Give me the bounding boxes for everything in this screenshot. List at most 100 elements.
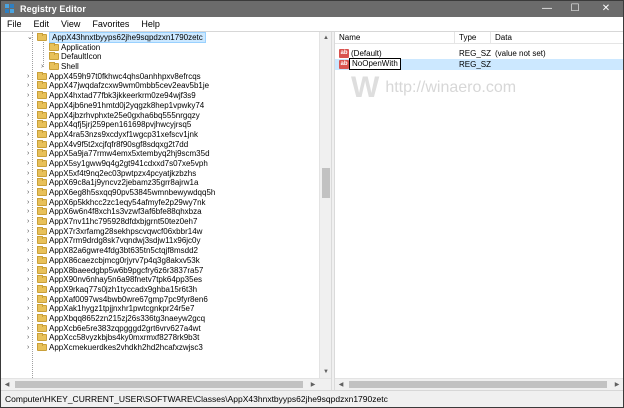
tree-item-key[interactable]: › AppX6w6n4f8xch1s3vzwf3af6bfe88qhxbza	[1, 207, 319, 217]
tree-item-key[interactable]: › AppX4v9f5t2xcjfqfr8f90sgf8sdqxg2t7dd	[1, 139, 319, 150]
expand-chevron-icon[interactable]: ›	[27, 130, 29, 140]
tree-item-label: AppX9rkaq77s0jzh1tyccadx9ghba15r6t3h	[49, 284, 198, 294]
tree-item-key[interactable]: › AppX4jbzrhvphxte25e0gxha6bq555nrgqzy	[1, 110, 319, 121]
menu-file[interactable]: File	[1, 17, 28, 31]
tree-item-key[interactable]: › AppX86caezcbjmcg0rjyrv7p4q3g8akxv53k	[1, 255, 319, 266]
folder-icon	[37, 81, 47, 90]
tree-item-key[interactable]: › AppX8baeedgbp5w6b9pgcfry6z6r3837ra57	[1, 265, 319, 276]
expand-chevron-icon[interactable]: ›	[27, 227, 29, 237]
expand-chevron-icon[interactable]: ›	[27, 101, 29, 111]
scroll-thumb[interactable]	[322, 168, 330, 198]
tree-item-key[interactable]: › AppX5sy1gww9q4g2gt941cdxxd7s07xe5vph	[1, 158, 319, 169]
scroll-left-arrow-icon[interactable]: ◀	[1, 379, 13, 390]
tree-item-application[interactable]: Application	[1, 42, 319, 53]
maximize-button[interactable]: ☐	[561, 1, 589, 17]
tree-item-key[interactable]: › AppX7rm9drdg8sk7vqndwj3sdjw11x96jc0y	[1, 236, 319, 246]
tree-item-key[interactable]: › AppX69c8a1j9yncvz2jebamz35grr8ajrw1a	[1, 178, 319, 188]
values-horizontal-scrollbar[interactable]: ◀ ▶	[335, 378, 623, 390]
tree-item-key[interactable]: › AppX4hxtad77fbk3jkkeerkrm0ze94wjf3s9	[1, 91, 319, 101]
expand-chevron-icon[interactable]: ›	[27, 149, 29, 159]
scroll-left-arrow-icon[interactable]: ◀	[335, 379, 347, 390]
menu-view[interactable]: View	[55, 17, 86, 31]
column-header-name[interactable]: Name	[335, 32, 455, 44]
tree-item-key[interactable]: › AppXcmekuerdkes2vhdkh2hd2hcafxzwjsc3	[1, 343, 319, 353]
scroll-right-arrow-icon[interactable]: ▶	[307, 379, 319, 390]
key-tree-pane[interactable]: ⌄ AppX43hnxtbyyps62jhe9sqpdzxn1790zetc A…	[1, 32, 331, 390]
tree-item-key[interactable]: › AppX4jb6ne91hmtd0j2yqgzk8hep1vpwky74	[1, 100, 319, 111]
expand-chevron-icon[interactable]: ›	[27, 188, 29, 198]
tree-item-shell[interactable]: › Shell	[1, 62, 319, 72]
tree-item-key[interactable]: › AppX7r3xrfamg28sekhpscvqwcf06xbbr14w	[1, 226, 319, 237]
expand-chevron-icon[interactable]: ›	[27, 81, 29, 91]
tree-item-key[interactable]: › AppX4qfj5jrj259pen161698pvjhwcyjrsq5	[1, 120, 319, 130]
expand-chevron-icon[interactable]: ›	[27, 140, 29, 150]
expand-chevron-icon[interactable]: ›	[27, 178, 29, 188]
scroll-down-arrow-icon[interactable]: ▼	[320, 366, 331, 378]
tree-item-defaulticon[interactable]: DefaultIcon	[1, 52, 319, 62]
tree-item-key[interactable]: › AppX459h97t0fkhwc4qhs0anhhpxv8efrcqs	[1, 71, 319, 82]
tree-item-key[interactable]: › AppX47jwqdafzcxw9wm0mbb5cev2eav5b1je	[1, 81, 319, 91]
tree-item-key[interactable]: › AppXcc58vyzkbjbs4ky0mxrmxf8278rk9b3t	[1, 333, 319, 343]
expand-chevron-icon[interactable]: ›	[27, 120, 29, 130]
expand-chevron-icon[interactable]: ›	[27, 169, 29, 179]
tree-vertical-scrollbar[interactable]: ▲ ▼	[319, 32, 331, 378]
tree-item-key[interactable]: › AppXak1hygz1tpjjnxhr1pwtcgnkpr24r5e7	[1, 304, 319, 314]
menu-edit[interactable]: Edit	[28, 17, 56, 31]
tree-item-key[interactable]: › AppX4ra53nzs9xcdyxf1wgcp31xefscv1jnk	[1, 129, 319, 140]
scroll-thumb[interactable]	[349, 381, 607, 388]
menu-favorites[interactable]: Favorites	[86, 17, 135, 31]
collapse-chevron-icon[interactable]: ⌄	[27, 33, 33, 43]
expand-chevron-icon[interactable]: ›	[27, 91, 29, 101]
expand-chevron-icon[interactable]: ›	[27, 314, 29, 324]
expand-chevron-icon[interactable]: ›	[27, 304, 29, 314]
column-header-type[interactable]: Type	[455, 32, 491, 44]
expand-chevron-icon[interactable]: ›	[27, 159, 29, 169]
values-pane[interactable]: Name Type Data ab (Default) REG_SZ (valu…	[335, 32, 623, 390]
expand-chevron-icon[interactable]: ›	[41, 62, 43, 72]
folder-icon	[37, 255, 47, 264]
tree-item-key[interactable]: › AppX90nv6nhay5n6a98fnetv7tpk64pp35es	[1, 275, 319, 285]
scroll-thumb[interactable]	[15, 381, 303, 388]
expand-chevron-icon[interactable]: ›	[27, 295, 29, 305]
tree-item-key[interactable]: › AppX6eg8h5sxqq90pv53845wmnbewywdqq5h	[1, 188, 319, 198]
tree-item-key[interactable]: › AppXaf0097ws4bwb0wre67gmp7pc9fyr8en6	[1, 294, 319, 305]
tree-item-key[interactable]: › AppXcb6e5re383zqpgggd2grt6vrv627a4wt	[1, 323, 319, 334]
expand-chevron-icon[interactable]: ›	[27, 72, 29, 82]
tree-item-key[interactable]: › AppX5a9ja77rmw4emx5xtembyq2hj9scm35d	[1, 149, 319, 159]
scroll-up-arrow-icon[interactable]: ▲	[320, 32, 331, 44]
scroll-right-arrow-icon[interactable]: ▶	[611, 379, 623, 390]
tree-item-label: Application	[61, 42, 101, 52]
expand-chevron-icon[interactable]: ›	[27, 111, 29, 121]
tree-item-key[interactable]: › AppX82a6gwre4fdg3bt635tn5ctqjf8msdd2	[1, 246, 319, 256]
expand-chevron-icon[interactable]: ›	[27, 236, 29, 246]
menu-help[interactable]: Help	[135, 17, 166, 31]
tree-item-key[interactable]: › AppX9rkaq77s0jzh1tyccadx9ghba15r6t3h	[1, 284, 319, 295]
expand-chevron-icon[interactable]: ›	[27, 343, 29, 353]
tree-item-label: AppX4jb6ne91hmtd0j2yqgzk8hep1vpwky74	[49, 100, 205, 110]
title-bar[interactable]: Registry Editor — ☐ ✕	[1, 1, 623, 17]
minimize-button[interactable]: —	[533, 1, 561, 17]
tree-item-label: AppXcmekuerdkes2vhdkh2hd2hcafxzwjsc3	[49, 343, 203, 352]
tree-item-key[interactable]: › AppX5xf4t9nq2ec03pwtpzx4pcyatjkzbzhs	[1, 168, 319, 179]
expand-chevron-icon[interactable]: ›	[27, 246, 29, 256]
expand-chevron-icon[interactable]: ›	[27, 285, 29, 295]
tree-item-key[interactable]: › AppXbqq8652zn215zj26s336tg3naeyw2gcq	[1, 313, 319, 324]
tree-item-selected-key[interactable]: ⌄ AppX43hnxtbyyps62jhe9sqpdzxn1790zetc	[1, 32, 319, 43]
expand-chevron-icon[interactable]: ›	[27, 266, 29, 276]
tree-item-key[interactable]: › AppX6p5kkhcc2zc1eqy54afmyfe2p29wy7nk	[1, 197, 319, 208]
folder-icon	[37, 294, 47, 303]
tree-item-key[interactable]: › AppX7nv11hc795928dfdxbjgrnt50tez0eh7	[1, 217, 319, 227]
expand-chevron-icon[interactable]: ›	[27, 207, 29, 217]
expand-chevron-icon[interactable]: ›	[27, 324, 29, 334]
tree-item-label: AppX5sy1gww9q4g2gt941cdxxd7s07xe5vph	[49, 158, 208, 168]
expand-chevron-icon[interactable]: ›	[27, 198, 29, 208]
tree-item-label: AppX6eg8h5sxqq90pv53845wmnbewywdqq5h	[49, 188, 216, 197]
expand-chevron-icon[interactable]: ›	[27, 275, 29, 285]
expand-chevron-icon[interactable]: ›	[27, 333, 29, 343]
column-header-data[interactable]: Data	[491, 32, 623, 44]
expand-chevron-icon[interactable]: ›	[27, 256, 29, 266]
expand-chevron-icon[interactable]: ›	[27, 217, 29, 227]
tree-horizontal-scrollbar[interactable]: ◀ ▶	[1, 378, 331, 390]
string-value-icon: ab	[339, 49, 349, 58]
close-button[interactable]: ✕	[589, 1, 623, 17]
